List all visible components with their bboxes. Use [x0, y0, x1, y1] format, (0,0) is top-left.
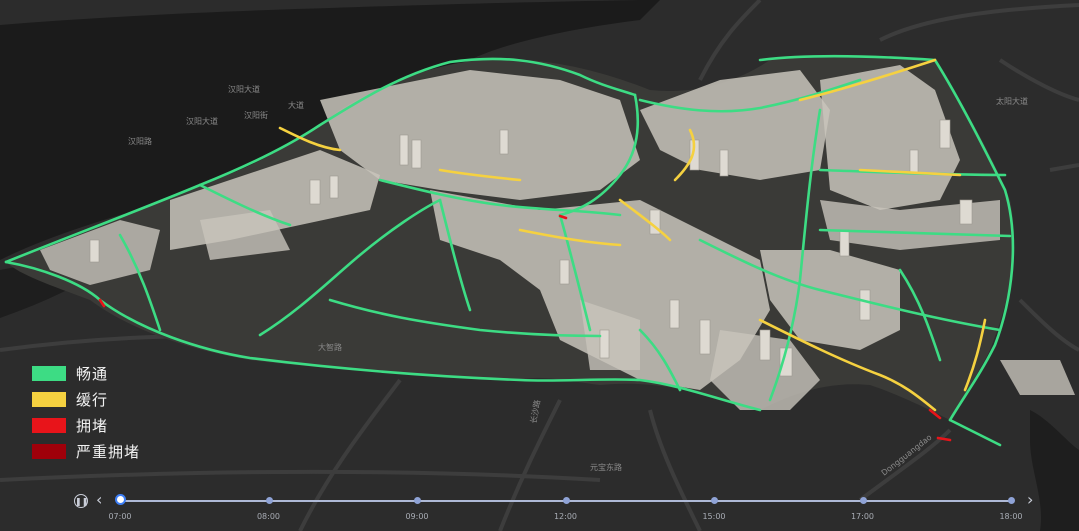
road-label: 太阳大道 — [996, 96, 1028, 106]
road-label: 汉阳大道 — [186, 116, 218, 126]
timeline-tick-label: 17:00 — [850, 512, 875, 521]
legend-item-severe-congestion: 严重拥堵 — [32, 438, 140, 464]
legend-swatch — [32, 365, 66, 381]
timeline-tick[interactable] — [265, 497, 273, 504]
legend-label: 畅通 — [76, 364, 109, 383]
legend-swatch — [32, 443, 66, 459]
next-button[interactable]: › — [1027, 492, 1033, 508]
timeline-tick-label: 07:00 — [108, 512, 132, 521]
road-label: 汉阳大道 — [228, 84, 260, 94]
timeline-tick-label: 09:00 — [405, 512, 429, 521]
chevron-right-icon: › — [1027, 490, 1034, 509]
legend-label: 严重拥堵 — [76, 442, 141, 461]
pause-button[interactable]: ❚❚ — [74, 494, 88, 508]
legend-swatch — [32, 417, 66, 433]
road-label: 汉阳路 — [128, 136, 152, 146]
traffic-map-app: 汉阳大道 汉阳大道 大道 汉阳街 汉阳路 大智路 元宝东路 长沙路 Donggu… — [0, 0, 1079, 531]
timeline-tick[interactable] — [562, 497, 570, 504]
chevron-left-icon: ‹ — [96, 490, 103, 509]
previous-button[interactable]: ‹ — [96, 492, 102, 508]
timeline-tick-label: 15:00 — [702, 512, 726, 521]
timeline-tick[interactable] — [1008, 497, 1015, 504]
timeline-tick[interactable] — [859, 497, 867, 504]
timeline-tick-label: 08:00 — [256, 512, 281, 521]
city-traffic-map[interactable]: 汉阳大道 汉阳大道 大道 汉阳街 汉阳路 大智路 元宝东路 长沙路 Donggu… — [0, 0, 1079, 531]
legend-swatch — [32, 391, 66, 407]
timeline-tick-label: 18:00 — [999, 512, 1023, 521]
time-slider[interactable]: ❚❚ ‹ 07:00 08:00 09:00 12:00 15:00 17:00 18:00… — [0, 486, 1079, 531]
timeline-tick[interactable] — [711, 497, 718, 504]
legend-label: 拥堵 — [76, 416, 109, 435]
legend-label: 缓行 — [76, 390, 109, 409]
road-label: 元宝东路 — [590, 462, 622, 472]
road-label: 大智路 — [318, 342, 342, 352]
legend-item-free-flow: 畅通 — [32, 360, 140, 386]
timeline-tick[interactable] — [115, 494, 126, 505]
road-label: 汉阳街 — [244, 110, 268, 120]
road-label: 大道 — [288, 100, 304, 110]
legend-item-congested: 拥堵 — [32, 412, 140, 438]
legend-item-slow: 缓行 — [32, 386, 140, 412]
timeline-tick-label: 12:00 — [553, 512, 578, 521]
traffic-legend: 畅通 缓行 拥堵 严重拥堵 — [32, 360, 140, 464]
timeline-tick[interactable] — [414, 497, 421, 504]
pause-icon: ❚❚ — [75, 497, 89, 506]
